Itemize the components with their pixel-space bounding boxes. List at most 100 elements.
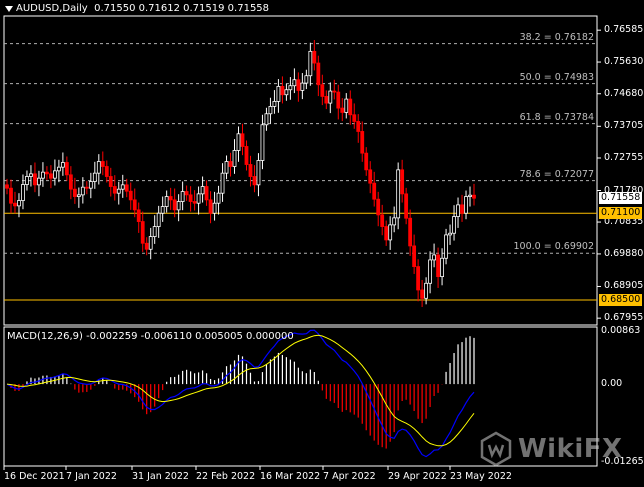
price-axis-label: 0.67955	[604, 312, 644, 324]
wikifx-logo-icon	[480, 431, 512, 467]
date-axis-label: 23 May 2022	[450, 471, 512, 482]
candle	[68, 174, 73, 190]
candle	[468, 194, 472, 197]
candle	[436, 254, 440, 278]
candle	[316, 62, 321, 86]
candle	[148, 236, 153, 250]
candle	[164, 196, 169, 207]
level-price-tag: 0.71100	[599, 207, 643, 220]
candle	[288, 85, 293, 91]
candle	[372, 182, 377, 200]
candle	[60, 162, 65, 168]
fib-level-label: 100.0 = 0.69902	[513, 241, 594, 253]
candle	[200, 186, 205, 195]
candle	[128, 190, 133, 201]
candle	[324, 96, 329, 104]
candle	[236, 133, 241, 151]
candle	[332, 90, 337, 93]
candle	[320, 84, 325, 97]
candle	[260, 124, 265, 161]
macd-axis-label: 0.00863	[601, 325, 641, 336]
candle	[308, 50, 313, 77]
candle	[41, 171, 45, 179]
candle	[25, 176, 29, 185]
date-axis-label: 31 Jan 2022	[132, 471, 189, 482]
date-axis-label: 22 Feb 2022	[196, 471, 256, 482]
candle	[344, 98, 349, 113]
candle	[136, 209, 141, 222]
candle	[216, 192, 221, 204]
candle	[464, 196, 468, 214]
candle	[120, 184, 125, 190]
candle	[456, 204, 460, 217]
candle	[240, 133, 245, 147]
macd-line	[6, 329, 475, 458]
price-axis-label: 0.75630	[604, 56, 644, 68]
price-axis-label: 0.76585	[604, 24, 644, 36]
candle	[360, 131, 365, 154]
candle	[268, 106, 273, 115]
candle	[472, 194, 476, 199]
candle	[168, 196, 173, 201]
candle	[156, 212, 161, 227]
date-axis-label: 16 Mar 2022	[260, 471, 321, 482]
candle	[444, 234, 448, 259]
candle	[96, 161, 101, 174]
candle	[252, 176, 257, 186]
macd-header: MACD(12,26,9) -0.002259 -0.006110 0.0050…	[7, 331, 294, 342]
candle	[416, 266, 421, 291]
candle	[124, 184, 129, 192]
candle	[368, 169, 373, 184]
fib-level-label: 38.2 = 0.76182	[519, 31, 594, 43]
candle	[300, 82, 305, 91]
candle	[460, 204, 464, 214]
candle	[84, 186, 89, 189]
current-price-tag: 0.71558	[599, 191, 643, 204]
candle	[144, 242, 149, 250]
candle	[392, 217, 397, 226]
chart-window[interactable]: AUDUSD,Daily 0.71550 0.71612 0.71519 0.7…	[0, 0, 644, 487]
candle	[276, 86, 281, 102]
candle	[64, 162, 69, 176]
candle	[152, 226, 157, 237]
level-price-tag: 0.68500	[599, 293, 643, 306]
candle	[264, 113, 269, 126]
candle	[29, 173, 33, 177]
candle	[296, 79, 301, 91]
candle	[404, 193, 409, 219]
candle	[52, 170, 57, 179]
fib-level-label: 61.8 = 0.73784	[519, 111, 594, 123]
price-axis-label: 0.72755	[604, 151, 644, 163]
candle	[45, 171, 49, 175]
watermark: WikiFX	[478, 428, 628, 470]
candle	[388, 224, 393, 241]
macd-axis-label: 0.00	[601, 378, 623, 390]
date-axis-label: 29 Apr 2022	[388, 471, 447, 482]
candle	[448, 232, 452, 236]
date-axis-label: 7 Jan 2022	[66, 471, 117, 482]
candle	[33, 173, 37, 186]
candle	[348, 98, 353, 116]
candle	[248, 164, 253, 177]
candle	[232, 150, 237, 167]
candle	[280, 86, 285, 96]
candle	[88, 181, 93, 189]
price-axis-label: 0.68905	[604, 280, 644, 292]
candle	[452, 216, 456, 234]
candle	[116, 188, 121, 194]
dropdown-arrow-icon[interactable]	[5, 6, 13, 12]
candle	[400, 169, 405, 195]
candle	[412, 245, 417, 268]
candle	[56, 166, 61, 172]
candle	[336, 91, 341, 109]
candle	[284, 89, 289, 96]
candle	[340, 107, 345, 113]
candle	[192, 201, 197, 204]
candle	[256, 160, 261, 186]
candle	[172, 199, 177, 211]
candle	[352, 114, 357, 122]
candle	[104, 166, 109, 177]
candle	[184, 191, 189, 196]
candle	[244, 146, 249, 165]
candle	[312, 50, 317, 64]
